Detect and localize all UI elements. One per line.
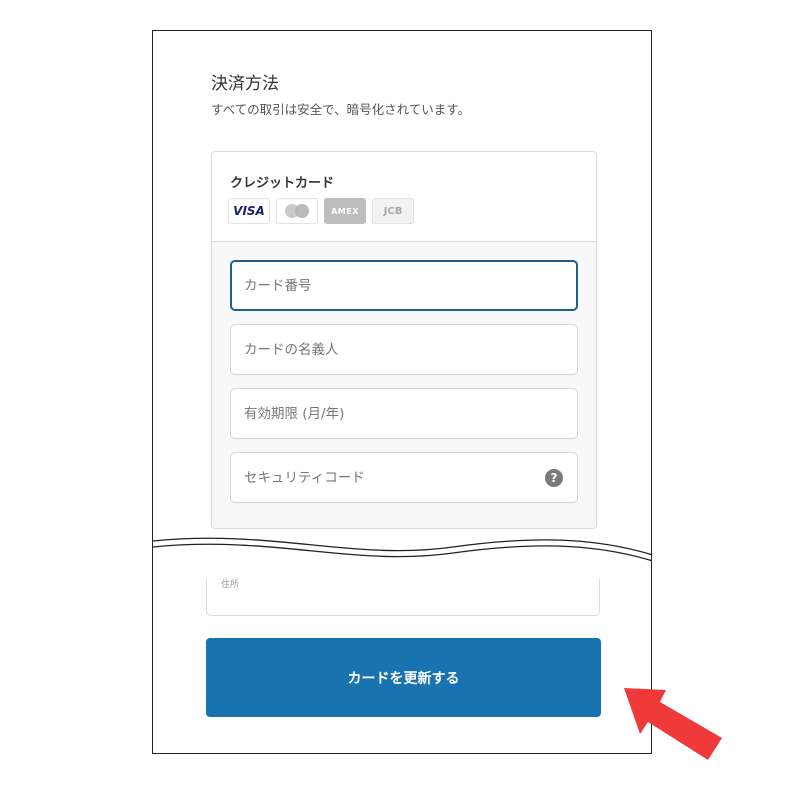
security-code-input[interactable]: [231, 453, 577, 502]
address-field-label: 住所: [221, 580, 240, 590]
update-card-button[interactable]: カードを更新する: [206, 638, 601, 717]
red-arrow-icon: [624, 688, 722, 760]
security-code-field[interactable]: ?: [230, 452, 578, 503]
jcb-logo-icon: JCB: [372, 198, 414, 224]
expiry-date-field[interactable]: [230, 388, 578, 439]
cardholder-name-field[interactable]: [230, 324, 578, 375]
credit-card-panel: クレジットカード VISA AMEX JCB ?: [211, 151, 597, 529]
address-field-partial[interactable]: 住所: [206, 579, 600, 616]
amex-logo-icon: AMEX: [324, 198, 366, 224]
credit-card-title: クレジットカード: [230, 176, 335, 191]
card-number-field[interactable]: [230, 260, 578, 311]
torn-edge-divider: [153, 537, 651, 562]
payment-panel: 決済方法 すべての取引は安全で、暗号化されています。 クレジットカード VISA…: [152, 30, 652, 754]
page-subtitle: すべての取引は安全で、暗号化されています。: [211, 102, 471, 117]
question-circle-icon[interactable]: ?: [545, 469, 563, 487]
credit-card-header: クレジットカード VISA AMEX JCB: [212, 152, 596, 242]
card-number-input[interactable]: [232, 262, 576, 309]
card-brand-logos: VISA AMEX JCB: [228, 198, 414, 224]
page-title: 決済方法: [211, 74, 279, 94]
cardholder-name-input[interactable]: [231, 325, 577, 374]
expiry-date-input[interactable]: [231, 389, 577, 438]
mastercard-logo-icon: [276, 198, 318, 224]
visa-logo-icon: VISA: [228, 198, 270, 224]
